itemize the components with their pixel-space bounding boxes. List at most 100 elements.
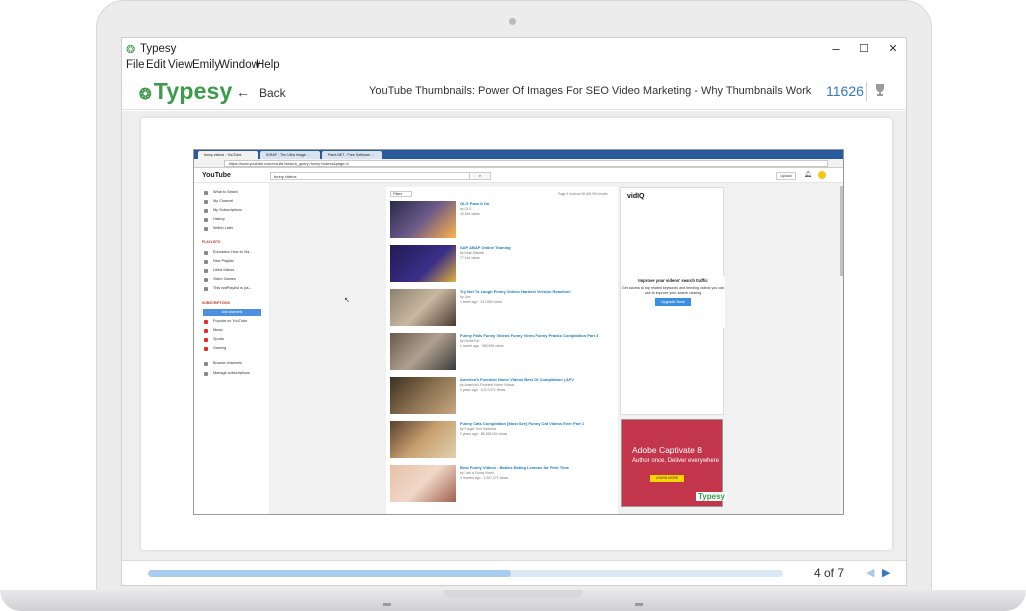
score-counter: 11626 — [826, 83, 864, 99]
video-thumbnail — [390, 245, 456, 282]
video-meta: 3 months ago · 3,287,371 views — [460, 476, 509, 480]
ad-banner: Adobe Captivate 8 Author once, Deliver e… — [621, 419, 727, 507]
brand-name: Typesy — [153, 78, 233, 104]
guide-item: Video Games — [213, 277, 236, 281]
back-label: Back — [259, 86, 286, 100]
guide-item: Watch Later — [213, 226, 234, 230]
youtube-logo: YouTube — [202, 172, 231, 179]
guide-item: Gaming — [213, 346, 227, 350]
playlist-icon — [204, 278, 208, 282]
browser-tab: IDRAP - The Ultra Image ... — [260, 151, 320, 159]
youtube-guide: What to Watch My Channel My Subscription… — [194, 183, 270, 514]
guide-item: Music — [213, 328, 223, 332]
video-meta: 43,544 views — [460, 212, 480, 216]
home-icon — [204, 191, 208, 195]
vidiq-upgrade-button: Upgrade Now! — [654, 298, 692, 307]
playlist-icon — [204, 251, 208, 255]
guide-item: Sports — [213, 337, 224, 341]
video-result: America's Funniest Home Videos Best Of C… — [390, 377, 616, 415]
add-channels-button: Add channels — [203, 309, 261, 316]
minimize-button[interactable]: – — [826, 41, 846, 56]
menu-help[interactable]: Help — [256, 59, 280, 71]
video-thumbnail — [390, 421, 456, 458]
guide-item: New Playlist — [213, 259, 234, 263]
video-thumbnail — [390, 201, 456, 238]
maximize-button[interactable]: ☐ — [854, 42, 874, 55]
menu-view[interactable]: View — [168, 59, 193, 71]
search-icon: ⌕ — [469, 172, 491, 180]
previous-slide-button[interactable]: ◀ — [866, 566, 874, 579]
video-channel: by Kiran Basetti — [460, 251, 484, 255]
video-title: Try Not To Laugh Funny Videos Hardest Ve… — [460, 289, 571, 294]
video-meta: 1 week ago · 231,683 views — [460, 300, 503, 304]
menu-window[interactable]: Window — [219, 59, 260, 71]
camera-dot — [509, 18, 516, 25]
guide-item: Liked videos — [213, 268, 235, 272]
channel-icon — [204, 320, 208, 324]
browser-tab: Paint.NET - Free Software ... — [322, 151, 382, 159]
next-slide-button[interactable]: ▶ — [882, 566, 890, 579]
app-header: ❂Typesy ← Back YouTube Thumbnails: Power … — [122, 74, 906, 110]
browser-tab: funny videos - YouTube — [198, 151, 258, 159]
brand-logo: ❂Typesy — [139, 78, 233, 105]
playlist-icon — [204, 287, 208, 291]
result-count: Page 4 of about 38,400,000 results — [558, 192, 608, 196]
ad-title: Adobe Captivate 8 — [632, 445, 702, 455]
youtube-masthead: YouTube funny videos ⌕ Upload 🔔︎ — [194, 168, 843, 183]
video-thumbnail — [390, 377, 456, 414]
guide-item: Manage subscriptions — [213, 371, 250, 375]
video-thumbnail — [390, 333, 456, 370]
bell-icon: 🔔︎ — [804, 172, 812, 178]
video-thumbnail — [390, 465, 456, 502]
youtube-logo-text: YouTube — [202, 172, 231, 179]
vidiq-logo: vidIQ — [627, 193, 645, 200]
title-bar: ❂ Typesy – ☐ ✕ — [122, 38, 906, 60]
guide-item: History — [213, 217, 225, 221]
video-result: Best Funny Videos - Babies Eating Lemons… — [390, 465, 616, 503]
ad-button: LEARN MORE — [650, 475, 684, 482]
clock-icon — [204, 227, 208, 231]
back-arrow-icon: ← — [236, 84, 250, 100]
brand-logo-icon: ❂ — [139, 86, 152, 103]
menu-file[interactable]: File — [126, 59, 145, 71]
vidiq-overlay-text: Get access to top related keywords and t… — [621, 286, 725, 295]
video-title: Best Funny Videos - Babies Eating Lemons… — [460, 465, 569, 470]
guide-item: Popular on YouTube — [213, 319, 248, 323]
youtube-upload-button: Upload — [776, 172, 796, 180]
back-button[interactable]: ← Back — [236, 84, 286, 100]
video-channel: by OLG — [460, 207, 472, 211]
video-title: OLG Pass It On — [460, 201, 490, 206]
channel-icon — [204, 338, 208, 342]
app-logo-icon: ❂ — [126, 44, 136, 56]
menu-bar: File Edit View Emily Window Help — [122, 58, 906, 74]
gear-icon — [204, 372, 208, 376]
video-channel: by America's Funniest Home Videos — [460, 383, 515, 387]
channel-icon — [204, 200, 208, 204]
video-result: Funny Fails Funny Videos Funny Vines Fun… — [390, 333, 616, 371]
laptop-frame: ❂ Typesy – ☐ ✕ File Edit View Emily Wind… — [0, 0, 1026, 611]
channel-icon — [204, 347, 208, 351]
subscriptions-heading: SUBSCRIPTIONS — [202, 301, 230, 305]
playlist-icon — [204, 269, 208, 273]
browser-url: https://www.youtube.com/results?search_q… — [224, 160, 828, 167]
guide-item: Browse channels — [213, 361, 242, 365]
close-button[interactable]: ✕ — [883, 42, 903, 55]
playlists-heading: PLAYLISTS — [202, 240, 221, 244]
video-channel: by HomeFun — [460, 339, 480, 343]
menu-edit[interactable]: Edit — [146, 59, 166, 71]
trophy-icon[interactable] — [874, 83, 886, 97]
vidiq-upgrade-overlay: Improve your videos' search traffic Get … — [621, 276, 725, 328]
video-title: America's Funniest Home Videos Best Of C… — [460, 377, 574, 382]
browse-icon — [204, 362, 208, 366]
video-result: Funny Cats Compilation [Most See] Funny … — [390, 421, 616, 459]
mouse-cursor-icon: ↖ — [344, 297, 350, 304]
video-meta: 1 month ago · 368,699 views — [460, 344, 504, 348]
lesson-progress-bar — [148, 570, 783, 577]
guide-item: What to Watch — [213, 190, 238, 194]
playlist-icon — [204, 260, 208, 264]
vidiq-panel: vidIQ Improve your videos' search traffi… — [620, 187, 725, 415]
menu-emily[interactable]: Emily — [192, 59, 220, 71]
filters-button: Filters — [390, 191, 412, 197]
laptop-foot — [635, 603, 643, 606]
vidiq-overlay-title: Improve your videos' search traffic — [638, 278, 708, 283]
